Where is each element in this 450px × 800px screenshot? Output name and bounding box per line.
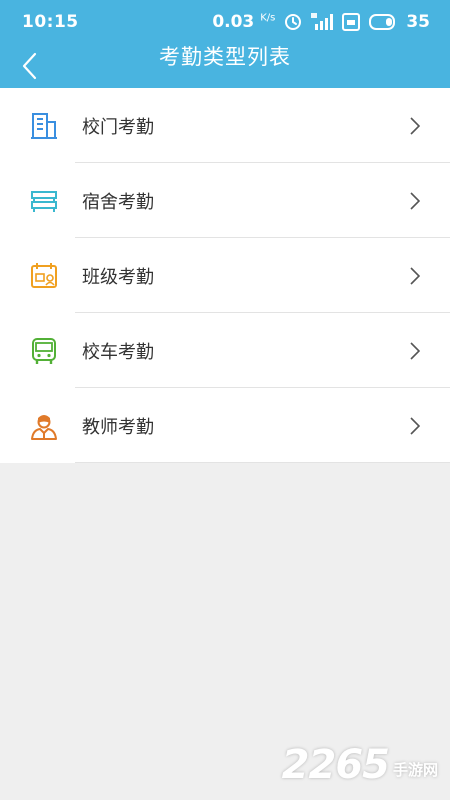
status-bar: 10:15 0.03 K/s 35 xyxy=(0,0,450,44)
watermark-number: 2265 xyxy=(281,742,390,788)
list-item-dormitory[interactable]: 宿舍考勤 xyxy=(0,163,450,238)
item-label: 校门考勤 xyxy=(82,116,154,138)
chevron-right-icon xyxy=(410,341,420,360)
net-speed-unit: K/s xyxy=(260,12,276,24)
attendance-type-list: 校门考勤 宿舍考勤 班级考勤 校车考勤 教师考勤 xyxy=(0,88,450,463)
battery-level: 35 xyxy=(406,12,430,32)
net-speed: 0.03 K/s xyxy=(212,12,275,32)
item-label: 教师考勤 xyxy=(82,416,154,438)
bus-icon xyxy=(29,336,59,366)
item-label: 校车考勤 xyxy=(82,341,154,363)
item-label: 班级考勤 xyxy=(82,266,154,288)
divider xyxy=(75,462,450,463)
net-speed-value: 0.03 xyxy=(212,12,255,32)
chevron-right-icon xyxy=(410,191,420,210)
nav-bar: 考勤类型列表 xyxy=(0,44,450,88)
status-time: 10:15 xyxy=(22,12,79,32)
list-item-school-bus[interactable]: 校车考勤 xyxy=(0,313,450,388)
teacher-icon xyxy=(29,411,59,441)
status-indicators: 0.03 K/s 35 xyxy=(212,12,430,32)
class-calendar-icon xyxy=(29,261,59,291)
chevron-left-icon xyxy=(22,52,37,80)
battery-icon xyxy=(369,14,397,30)
page-title: 考勤类型列表 xyxy=(159,45,291,69)
header: 10:15 0.03 K/s 35 考勤类型列表 xyxy=(0,0,450,88)
item-label: 宿舍考勤 xyxy=(82,191,154,213)
list-item-school-gate[interactable]: 校门考勤 xyxy=(0,88,450,163)
chevron-right-icon xyxy=(410,266,420,285)
signal-icon xyxy=(311,13,334,31)
chevron-right-icon xyxy=(410,116,420,135)
building-icon xyxy=(29,111,59,141)
hd-icon xyxy=(342,13,361,31)
list-item-teacher[interactable]: 教师考勤 xyxy=(0,388,450,463)
bed-icon xyxy=(29,186,59,216)
alarm-icon xyxy=(284,13,302,31)
chevron-right-icon xyxy=(410,416,420,435)
list-item-class[interactable]: 班级考勤 xyxy=(0,238,450,313)
back-button[interactable] xyxy=(12,48,46,84)
watermark-logo: 2265 手游网 xyxy=(282,742,438,788)
watermark-text: 手游网 xyxy=(392,761,438,779)
